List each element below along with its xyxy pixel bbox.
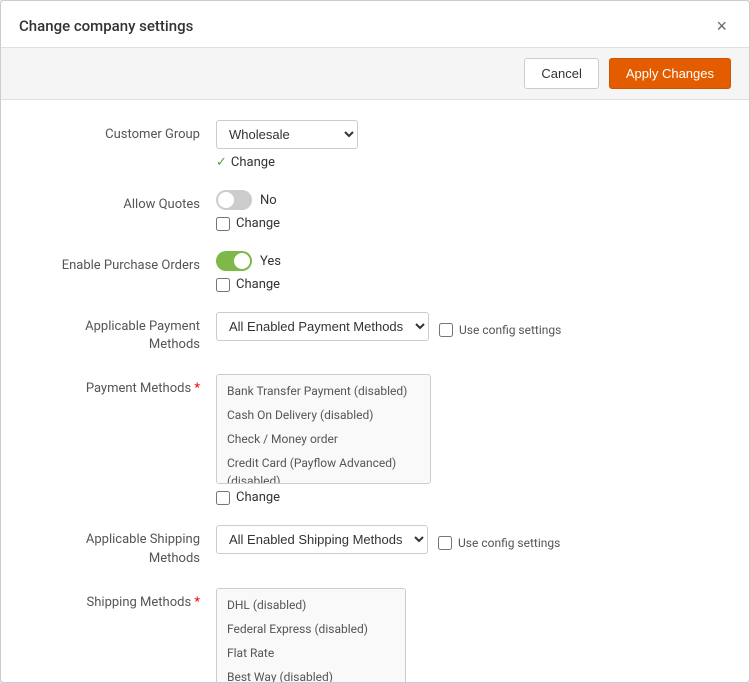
modal-body: Customer Group Wholesale Retail General … [1,100,749,682]
action-bar: Cancel Apply Changes [1,48,749,100]
allow-quotes-change-row: Change [216,216,709,231]
payment-use-config-label: Use config settings [459,323,561,337]
list-item[interactable]: Cash On Delivery (disabled) [217,403,430,427]
customer-group-select[interactable]: Wholesale Retail General NOT LOGGED IN [216,120,358,149]
list-item[interactable]: Check / Money order [217,427,430,451]
customer-group-change-row: ✓ Change [216,155,709,170]
payment-methods-row: Payment Methods * Bank Transfer Payment … [41,374,709,505]
allow-quotes-status: No [260,193,277,208]
enable-purchase-orders-status: Yes [260,254,281,269]
list-item[interactable]: Best Way (disabled) [217,665,405,682]
payment-methods-listbox[interactable]: Bank Transfer Payment (disabled) Cash On… [216,374,431,484]
apply-changes-button[interactable]: Apply Changes [609,58,731,89]
allow-quotes-toggle[interactable] [216,190,252,210]
shipping-methods-listbox[interactable]: DHL (disabled) Federal Express (disabled… [216,588,406,682]
shipping-use-config-checkbox[interactable] [438,536,452,550]
customer-group-select-wrap: Wholesale Retail General NOT LOGGED IN [216,120,709,149]
applicable-payment-row: All Enabled Payment Methods Specific Pay… [216,312,709,341]
enable-purchase-orders-row: Enable Purchase Orders Yes Change [41,251,709,292]
allow-quotes-slider [216,190,252,210]
shipping-use-config-label: Use config settings [458,536,560,550]
applicable-shipping-methods-control: All Enabled Shipping Methods Specific Sh… [216,525,709,554]
list-item[interactable]: Federal Express (disabled) [217,617,405,641]
enable-purchase-orders-toggle[interactable] [216,251,252,271]
allow-quotes-row: Allow Quotes No Change [41,190,709,231]
enable-purchase-orders-change-checkbox[interactable] [216,278,230,292]
cancel-button[interactable]: Cancel [524,58,598,89]
enable-purchase-orders-control: Yes Change [216,251,709,292]
allow-quotes-label: Allow Quotes [41,190,216,214]
checkmark-icon: ✓ [216,155,227,170]
enable-purchase-orders-change-label: Change [236,277,280,292]
list-item[interactable]: Bank Transfer Payment (disabled) [217,379,430,403]
allow-quotes-toggle-wrap: No [216,190,709,210]
customer-group-change-label: Change [231,155,275,170]
allow-quotes-change-checkbox[interactable] [216,217,230,231]
payment-methods-control: Bank Transfer Payment (disabled) Cash On… [216,374,709,505]
shipping-use-config-wrap: Use config settings [438,530,560,550]
customer-group-row: Customer Group Wholesale Retail General … [41,120,709,170]
payment-use-config-wrap: Use config settings [439,317,561,337]
shipping-methods-control: DHL (disabled) Federal Express (disabled… [216,588,709,682]
shipping-methods-label: Shipping Methods * [41,588,216,612]
allow-quotes-control: No Change [216,190,709,231]
applicable-shipping-row: All Enabled Shipping Methods Specific Sh… [216,525,709,554]
shipping-methods-row: Shipping Methods * DHL (disabled) Federa… [41,588,709,682]
applicable-payment-select[interactable]: All Enabled Payment Methods Specific Pay… [216,312,429,341]
modal-title-bar: Change company settings × [1,1,749,48]
payment-methods-change-label: Change [236,490,280,505]
customer-group-label: Customer Group [41,120,216,144]
applicable-shipping-methods-row: Applicable Shipping Methods All Enabled … [41,525,709,567]
list-item[interactable]: Credit Card (Payflow Advanced) (disabled… [217,451,430,484]
applicable-payment-methods-control: All Enabled Payment Methods Specific Pay… [216,312,709,341]
modal-title: Change company settings [19,17,193,35]
modal: Change company settings × Cancel Apply C… [0,0,750,683]
list-item[interactable]: DHL (disabled) [217,593,405,617]
allow-quotes-change-label: Change [236,216,280,231]
enable-purchase-orders-change-row: Change [216,277,709,292]
enable-purchase-orders-label: Enable Purchase Orders [41,251,216,275]
list-item[interactable]: Flat Rate [217,641,405,665]
applicable-payment-methods-row: Applicable Payment Methods All Enabled P… [41,312,709,354]
close-button[interactable]: × [712,15,731,37]
payment-use-config-checkbox[interactable] [439,323,453,337]
enable-purchase-orders-toggle-wrap: Yes [216,251,709,271]
applicable-payment-methods-label: Applicable Payment Methods [41,312,216,354]
customer-group-control: Wholesale Retail General NOT LOGGED IN ✓… [216,120,709,170]
payment-methods-label: Payment Methods * [41,374,216,398]
enable-purchase-orders-slider [216,251,252,271]
payment-methods-change-checkbox[interactable] [216,491,230,505]
payment-methods-change-row: Change [216,490,709,505]
applicable-shipping-select[interactable]: All Enabled Shipping Methods Specific Sh… [216,525,428,554]
payment-methods-required: * [194,381,200,396]
shipping-methods-required: * [194,595,200,610]
applicable-shipping-methods-label: Applicable Shipping Methods [41,525,216,567]
